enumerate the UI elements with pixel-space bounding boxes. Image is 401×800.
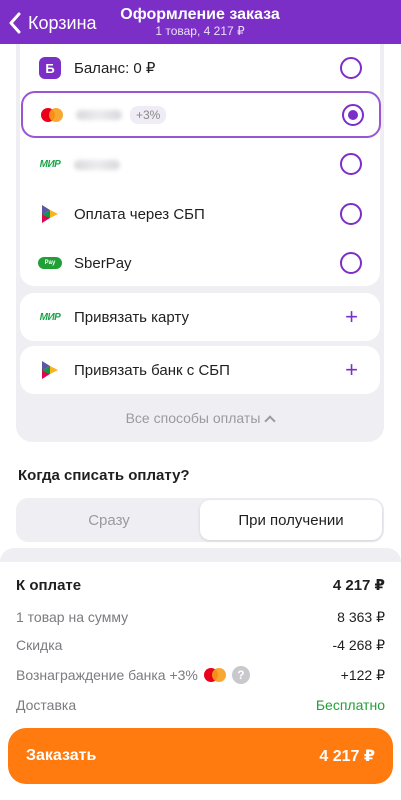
payment-option-sbp[interactable]: Оплата через СБП [20,190,380,238]
place-order-button[interactable]: Заказать 4 217 ₽ [8,728,393,784]
summary-total-row: К оплате 4 217 ₽ [16,574,385,596]
payment-option-mir-card[interactable]: МИР [20,140,380,188]
summary-items-row: 1 товар на сумму 8 363 ₽ [16,606,385,628]
section-divider [0,548,401,562]
cashback-badge: +3% [130,105,167,124]
sberpay-label: SberPay [74,254,132,272]
total-label: К оплате [16,576,82,594]
chevron-left-icon [9,12,21,34]
all-payment-methods-toggle[interactable]: Все способы оплаты [16,410,384,427]
mir-icon: МИР [39,311,61,323]
all-methods-label: Все способы оплаты [125,410,261,426]
mir-card-masked [74,156,120,173]
balance-label: Баланс: 0 ₽ [74,60,156,77]
mastercard-icon [40,103,64,127]
payment-option-mastercard-selected[interactable]: +3% [21,91,381,138]
radio-sbp[interactable] [340,203,362,225]
radio-mastercard[interactable] [342,103,364,126]
chevron-up-icon [264,415,277,427]
summary-reward-row: Вознаграждение банка +3% ? +122 ₽ [16,664,385,686]
order-button-amount: 4 217 ₽ [319,748,375,765]
link-card-button[interactable]: МИР Привязать карту + [20,293,380,341]
reward-key: Вознаграждение банка +3% ? [16,666,250,684]
blurred-card-number [74,159,120,170]
payment-option-sberpay[interactable]: Pay SberPay [20,239,380,287]
blurred-card-number [76,109,122,120]
payment-methods-list: Б Баланс: 0 ₽ МИР Оплата через СБП Pay S… [20,44,380,286]
reward-label: Вознаграждение банка +3% [16,667,198,683]
help-icon[interactable]: ? [231,666,250,684]
header-title-block: Оформление заказа 1 товар, 4 217 ₽ [100,5,300,39]
discount-value: -4 268 ₽ [332,636,386,653]
order-button-label: Заказать [26,747,97,764]
summary-discount-row: Скидка -4 268 ₽ [16,634,385,656]
back-button[interactable]: Корзина [8,10,97,36]
plus-icon: + [345,357,358,382]
delivery-value: Бесплатно [315,697,385,713]
total-value: 4 217 ₽ [332,577,385,594]
plus-icon: + [345,304,358,329]
items-value: 8 363 ₽ [337,608,385,625]
radio-balance[interactable] [340,57,362,79]
mir-icon: МИР [39,158,61,170]
page-subtitle: 1 товар, 4 217 ₽ [155,24,245,38]
delivery-label: Доставка [16,697,77,713]
sbp-label: Оплата через СБП [74,205,205,223]
link-bank-sbp-button[interactable]: Привязать банк с СБП + [20,346,380,394]
sberpay-icon: Pay [38,251,62,275]
charge-time-segmented-control: Сразу При получении [16,498,384,542]
radio-sberpay[interactable] [340,252,362,274]
mastercard-icon [203,668,226,682]
radio-mir-card[interactable] [340,153,362,175]
payment-option-balance[interactable]: Б Баланс: 0 ₽ [20,44,380,92]
summary-delivery-row: Доставка Бесплатно [16,694,385,716]
link-bank-label: Привязать банк с СБП [74,361,230,379]
segment-now[interactable]: Сразу [18,500,200,540]
segment-on-receipt[interactable]: При получении [200,500,382,540]
sbp-icon [38,358,62,382]
top-bar: Корзина Оформление заказа 1 товар, 4 217… [0,0,401,44]
link-card-row: МИР Привязать карту + [20,293,380,341]
card-masked: +3% [76,105,167,124]
back-label: Корзина [28,12,97,33]
charge-time-title: Когда списать оплату? [18,467,190,484]
reward-value: +122 ₽ [340,666,385,683]
items-label: 1 товар на сумму [16,609,129,625]
sbp-icon [38,202,62,226]
link-card-label: Привязать карту [74,308,189,326]
selected-card-row: +3% [22,93,382,136]
link-bank-row: Привязать банк с СБП + [20,346,380,394]
discount-label: Скидка [16,637,63,653]
bank-logo-icon: Б [38,56,62,80]
page-title: Оформление заказа [120,6,280,23]
